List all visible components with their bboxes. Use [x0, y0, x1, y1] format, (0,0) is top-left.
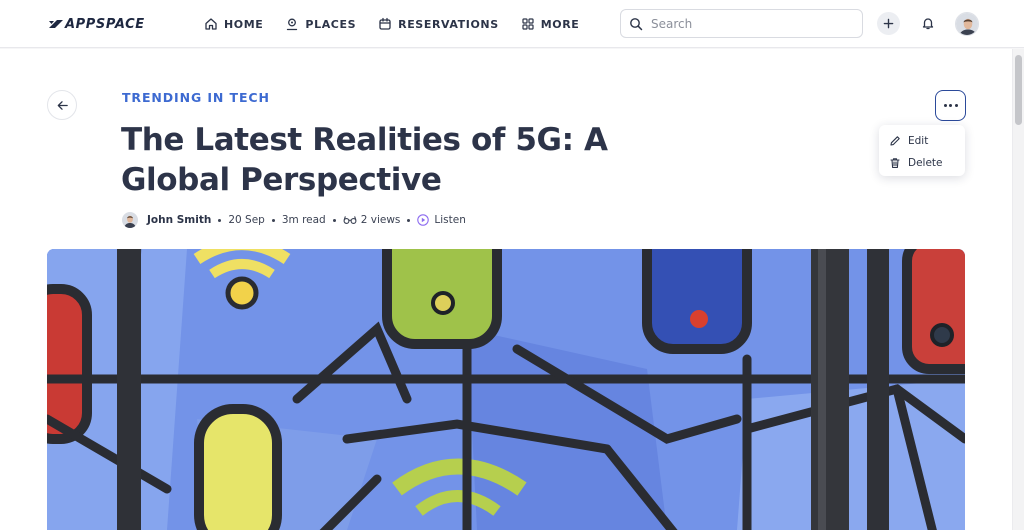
- search-icon: [630, 17, 643, 30]
- avatar-image-icon: [956, 13, 978, 35]
- places-icon: [287, 18, 298, 31]
- edit-menu-item[interactable]: Edit: [879, 130, 965, 152]
- article-category[interactable]: TRENDING IN TECH: [122, 90, 270, 105]
- search-box[interactable]: [620, 9, 863, 38]
- nav-item-places[interactable]: PLACES: [285, 14, 356, 34]
- read-time: 3m read: [281, 214, 326, 226]
- nav-item-more[interactable]: MORE: [521, 14, 580, 34]
- appspace-logo[interactable]: APPSPACE: [48, 14, 145, 34]
- stained-glass-illustration: [47, 249, 965, 530]
- view-count: 2 views: [360, 214, 401, 226]
- nav-label-more: MORE: [540, 17, 580, 31]
- logo-mark-icon: [49, 20, 63, 28]
- article-panel: TRENDING IN TECH The Latest Realities of…: [0, 49, 1012, 530]
- brand-name: APPSPACE: [65, 16, 145, 32]
- nav-label-places: PLACES: [305, 17, 357, 31]
- meta-separator: [218, 218, 222, 222]
- pencil-icon: [890, 136, 900, 146]
- grid-icon: [522, 18, 534, 30]
- scrollbar-thumb[interactable]: [1015, 55, 1022, 125]
- publish-date: 20 Sep: [228, 214, 265, 226]
- page-scrollbar[interactable]: [1012, 49, 1024, 530]
- glasses-icon: [343, 216, 357, 224]
- back-button[interactable]: [47, 90, 77, 120]
- author-avatar: [122, 212, 138, 228]
- delete-menu-item[interactable]: Delete: [879, 152, 965, 174]
- home-icon: [205, 18, 217, 30]
- main-nav: HOME PLACES RESERVATIONS MORE: [204, 14, 579, 34]
- ellipsis-icon-dot: [943, 104, 947, 107]
- meta-separator: [332, 218, 336, 222]
- delete-label: Delete: [908, 157, 943, 169]
- listen-label: Listen: [434, 214, 466, 226]
- nav-item-reservations[interactable]: RESERVATIONS: [378, 14, 499, 34]
- top-navigation-bar: APPSPACE HOME PLACES RESERVATIONS MORE: [0, 0, 1024, 48]
- search-input[interactable]: [651, 16, 841, 31]
- plus-icon: [883, 18, 894, 29]
- article-actions-menu: Edit Delete: [879, 125, 965, 176]
- ellipsis-icon-dot: [949, 104, 952, 107]
- meta-separator: [407, 218, 411, 222]
- listen-button[interactable]: Listen: [417, 214, 466, 226]
- bell-icon: [922, 18, 934, 30]
- trash-icon: [890, 158, 900, 169]
- article-meta: John Smith 20 Sep 3m read 2 views Listen: [122, 211, 466, 229]
- add-button[interactable]: [877, 12, 900, 35]
- notifications-button[interactable]: [918, 13, 938, 33]
- user-avatar[interactable]: [955, 12, 979, 36]
- author-avatar-icon: [122, 212, 138, 228]
- arrow-left-icon: [57, 100, 68, 110]
- edit-label: Edit: [908, 135, 929, 147]
- article-title: The Latest Realities of 5G: A Global Per…: [121, 122, 608, 198]
- nav-label-home: HOME: [224, 17, 264, 31]
- play-circle-icon: [417, 214, 430, 226]
- ellipsis-icon-dot: [954, 104, 958, 107]
- meta-separator: [271, 218, 275, 222]
- nav-label-reservations: RESERVATIONS: [398, 17, 499, 31]
- author-name[interactable]: John Smith: [147, 214, 211, 226]
- more-options-button[interactable]: [935, 90, 966, 121]
- article-hero-image: [47, 249, 965, 530]
- calendar-icon: [379, 17, 391, 30]
- nav-item-home[interactable]: HOME: [204, 14, 263, 34]
